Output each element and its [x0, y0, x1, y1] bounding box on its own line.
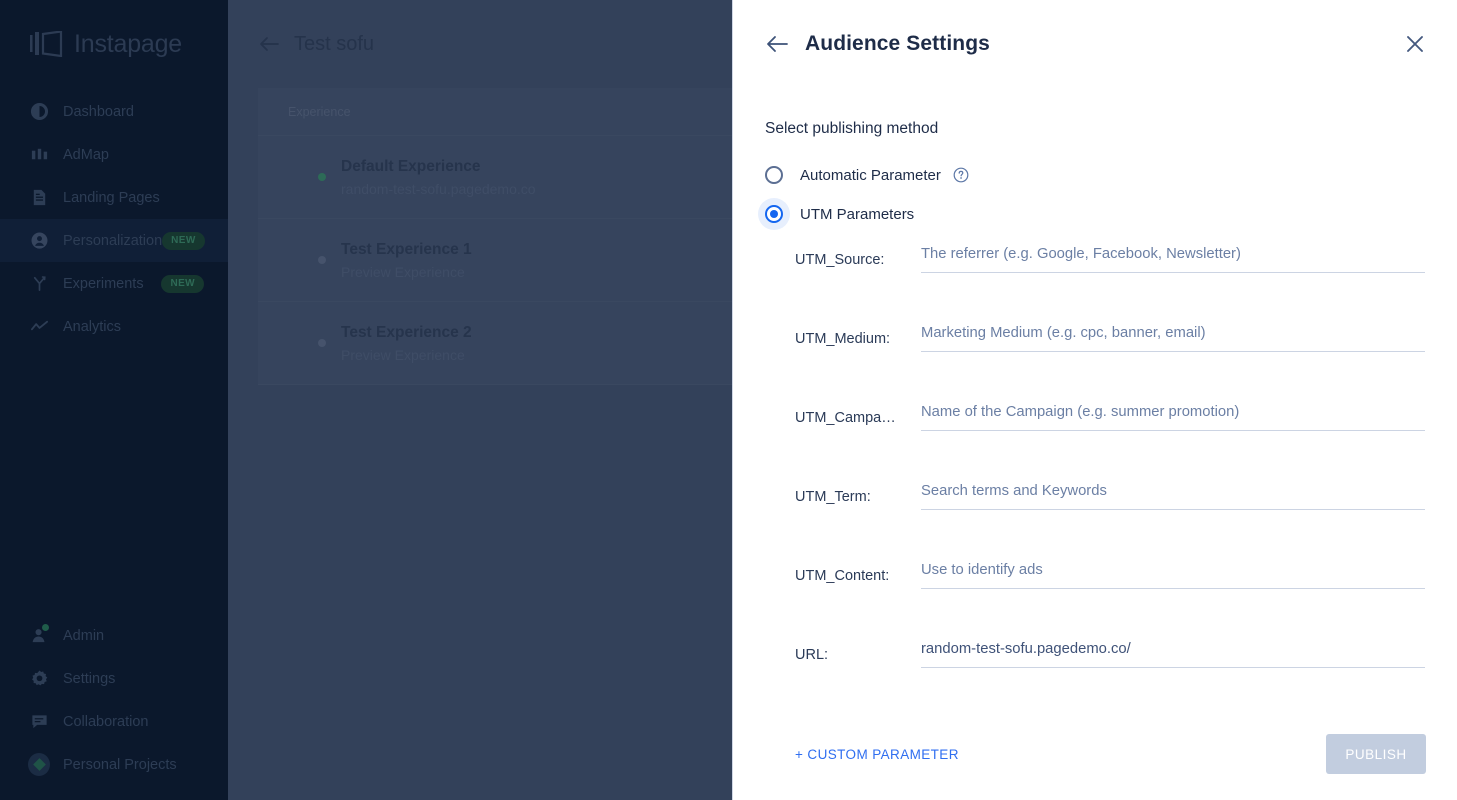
- sidebar-item-experiments[interactable]: Experiments NEW: [0, 262, 228, 305]
- pie-chart-icon: [28, 101, 50, 123]
- panel-body: Select publishing method Automatic Param…: [733, 120, 1457, 719]
- field-input-wrap: [921, 482, 1425, 510]
- field-utm-medium: UTM_Medium:: [795, 324, 1425, 403]
- arrow-left-icon[interactable]: [765, 34, 789, 54]
- instapage-logo-icon: [30, 31, 66, 57]
- experience-name: Test Experience 2: [341, 324, 732, 342]
- panel-header: Audience Settings: [733, 0, 1457, 88]
- brand-name: Instapage: [74, 30, 182, 59]
- field-label: UTM_Campa…: [795, 403, 921, 426]
- field-label: UTM_Content:: [795, 561, 921, 584]
- section-title: Select publishing method: [765, 120, 1425, 138]
- status-dot: [318, 173, 326, 181]
- page-title: Test sofu: [294, 33, 374, 56]
- sidebar-item-label: Admin: [63, 628, 104, 644]
- publish-button[interactable]: PUBLISH: [1326, 734, 1426, 774]
- sidebar-item-dashboard[interactable]: Dashboard: [0, 90, 228, 133]
- field-label: UTM_Source:: [795, 245, 921, 268]
- utm-medium-input[interactable]: [921, 325, 1425, 341]
- experience-name: Default Experience: [341, 158, 732, 176]
- notification-dot: [42, 624, 49, 631]
- help-circle-icon[interactable]: [953, 167, 969, 183]
- sidebar-nav: Dashboard AdMap: [0, 90, 228, 348]
- url-input[interactable]: [921, 641, 1425, 657]
- utm-campaign-input[interactable]: [921, 404, 1425, 420]
- radio-label: UTM Parameters: [800, 206, 914, 223]
- person-circle-icon: [28, 230, 50, 252]
- status-badge: NEW: [162, 232, 205, 250]
- list-item[interactable]: Test Experience 1 Preview Experience: [258, 219, 732, 302]
- sidebar-item-label: Experiments: [63, 276, 144, 292]
- close-icon[interactable]: [1405, 34, 1425, 54]
- experience-list-card: Experience Default Experience random-tes…: [258, 88, 732, 385]
- experience-name: Test Experience 1: [341, 241, 732, 259]
- bar-chart-icon: [28, 144, 50, 166]
- sidebar-item-label: Personalization: [63, 233, 162, 249]
- experience-subtitle: Preview Experience: [341, 264, 732, 280]
- status-badge: NEW: [161, 275, 204, 293]
- sidebar-item-collaboration[interactable]: Collaboration: [0, 700, 228, 743]
- list-item[interactable]: Default Experience random-test-sofu.page…: [258, 136, 732, 219]
- field-label: UTM_Medium:: [795, 324, 921, 347]
- utm-term-input[interactable]: [921, 483, 1425, 499]
- avatar-diamond-icon: [28, 754, 50, 776]
- sidebar: Instapage Dashboard: [0, 0, 228, 800]
- field-input-wrap: [921, 640, 1425, 668]
- field-input-wrap: [921, 561, 1425, 589]
- radio-button[interactable]: [765, 205, 783, 223]
- field-label: UTM_Term:: [795, 482, 921, 505]
- arrow-left-icon[interactable]: [258, 35, 280, 53]
- field-utm-term: UTM_Term:: [795, 482, 1425, 561]
- field-input-wrap: [921, 245, 1425, 273]
- app-root: Instapage Dashboard: [0, 0, 1457, 800]
- chat-bubble-icon: [28, 711, 50, 733]
- branch-split-icon: [28, 273, 50, 295]
- experience-subtitle: Preview Experience: [341, 347, 732, 363]
- utm-parameters-form: UTM_Source: UTM_Medium: UTM_Campa…: [765, 245, 1425, 719]
- radio-label: Automatic Parameter: [800, 167, 941, 184]
- sidebar-item-personalization[interactable]: Personalization NEW: [0, 219, 228, 262]
- document-icon: [28, 187, 50, 209]
- sidebar-item-label: Personal Projects: [63, 757, 177, 773]
- brand-logo[interactable]: Instapage: [0, 0, 228, 88]
- panel-footer: + CUSTOM PARAMETER PUBLISH: [733, 708, 1457, 800]
- utm-source-input[interactable]: [921, 246, 1425, 262]
- sidebar-item-admin[interactable]: Admin: [0, 614, 228, 657]
- sidebar-item-label: Dashboard: [63, 104, 134, 120]
- utm-content-input[interactable]: [921, 562, 1425, 578]
- experiences-panel: Test sofu Experience Default Experience …: [228, 0, 732, 800]
- field-utm-source: UTM_Source:: [795, 245, 1425, 324]
- sidebar-item-label: Collaboration: [63, 714, 148, 730]
- sidebar-item-label: AdMap: [63, 147, 109, 163]
- field-utm-content: UTM_Content:: [795, 561, 1425, 640]
- sidebar-item-landing-pages[interactable]: Landing Pages: [0, 176, 228, 219]
- field-utm-campaign: UTM_Campa…: [795, 403, 1425, 482]
- list-item[interactable]: Test Experience 2 Preview Experience: [258, 302, 732, 385]
- sidebar-item-label: Landing Pages: [63, 190, 160, 206]
- radio-option-utm-parameters[interactable]: UTM Parameters: [765, 197, 1425, 231]
- sidebar-item-label: Settings: [63, 671, 115, 687]
- experiences-header: Test sofu: [228, 0, 732, 88]
- status-dot: [318, 339, 326, 347]
- radio-option-automatic-parameter[interactable]: Automatic Parameter: [765, 158, 1425, 192]
- sidebar-item-admap[interactable]: AdMap: [0, 133, 228, 176]
- field-label: URL:: [795, 640, 921, 663]
- status-dot: [318, 256, 326, 264]
- line-chart-icon: [28, 316, 50, 338]
- page-title: Audience Settings: [805, 32, 990, 56]
- sidebar-item-settings[interactable]: Settings: [0, 657, 228, 700]
- sidebar-item-analytics[interactable]: Analytics: [0, 305, 228, 348]
- experience-subtitle: random-test-sofu.pagedemo.co: [341, 181, 732, 197]
- field-input-wrap: [921, 403, 1425, 431]
- field-input-wrap: [921, 324, 1425, 352]
- audience-settings-panel: Audience Settings Select publishing meth…: [732, 0, 1457, 800]
- gear-icon: [28, 668, 50, 690]
- sidebar-item-personal-projects[interactable]: Personal Projects: [0, 743, 228, 786]
- radio-button[interactable]: [765, 166, 783, 184]
- experience-column-header: Experience: [258, 88, 732, 136]
- add-custom-parameter-button[interactable]: + CUSTOM PARAMETER: [795, 747, 959, 762]
- sidebar-bottom-nav: Admin Settings: [0, 614, 228, 786]
- sidebar-item-label: Analytics: [63, 319, 121, 335]
